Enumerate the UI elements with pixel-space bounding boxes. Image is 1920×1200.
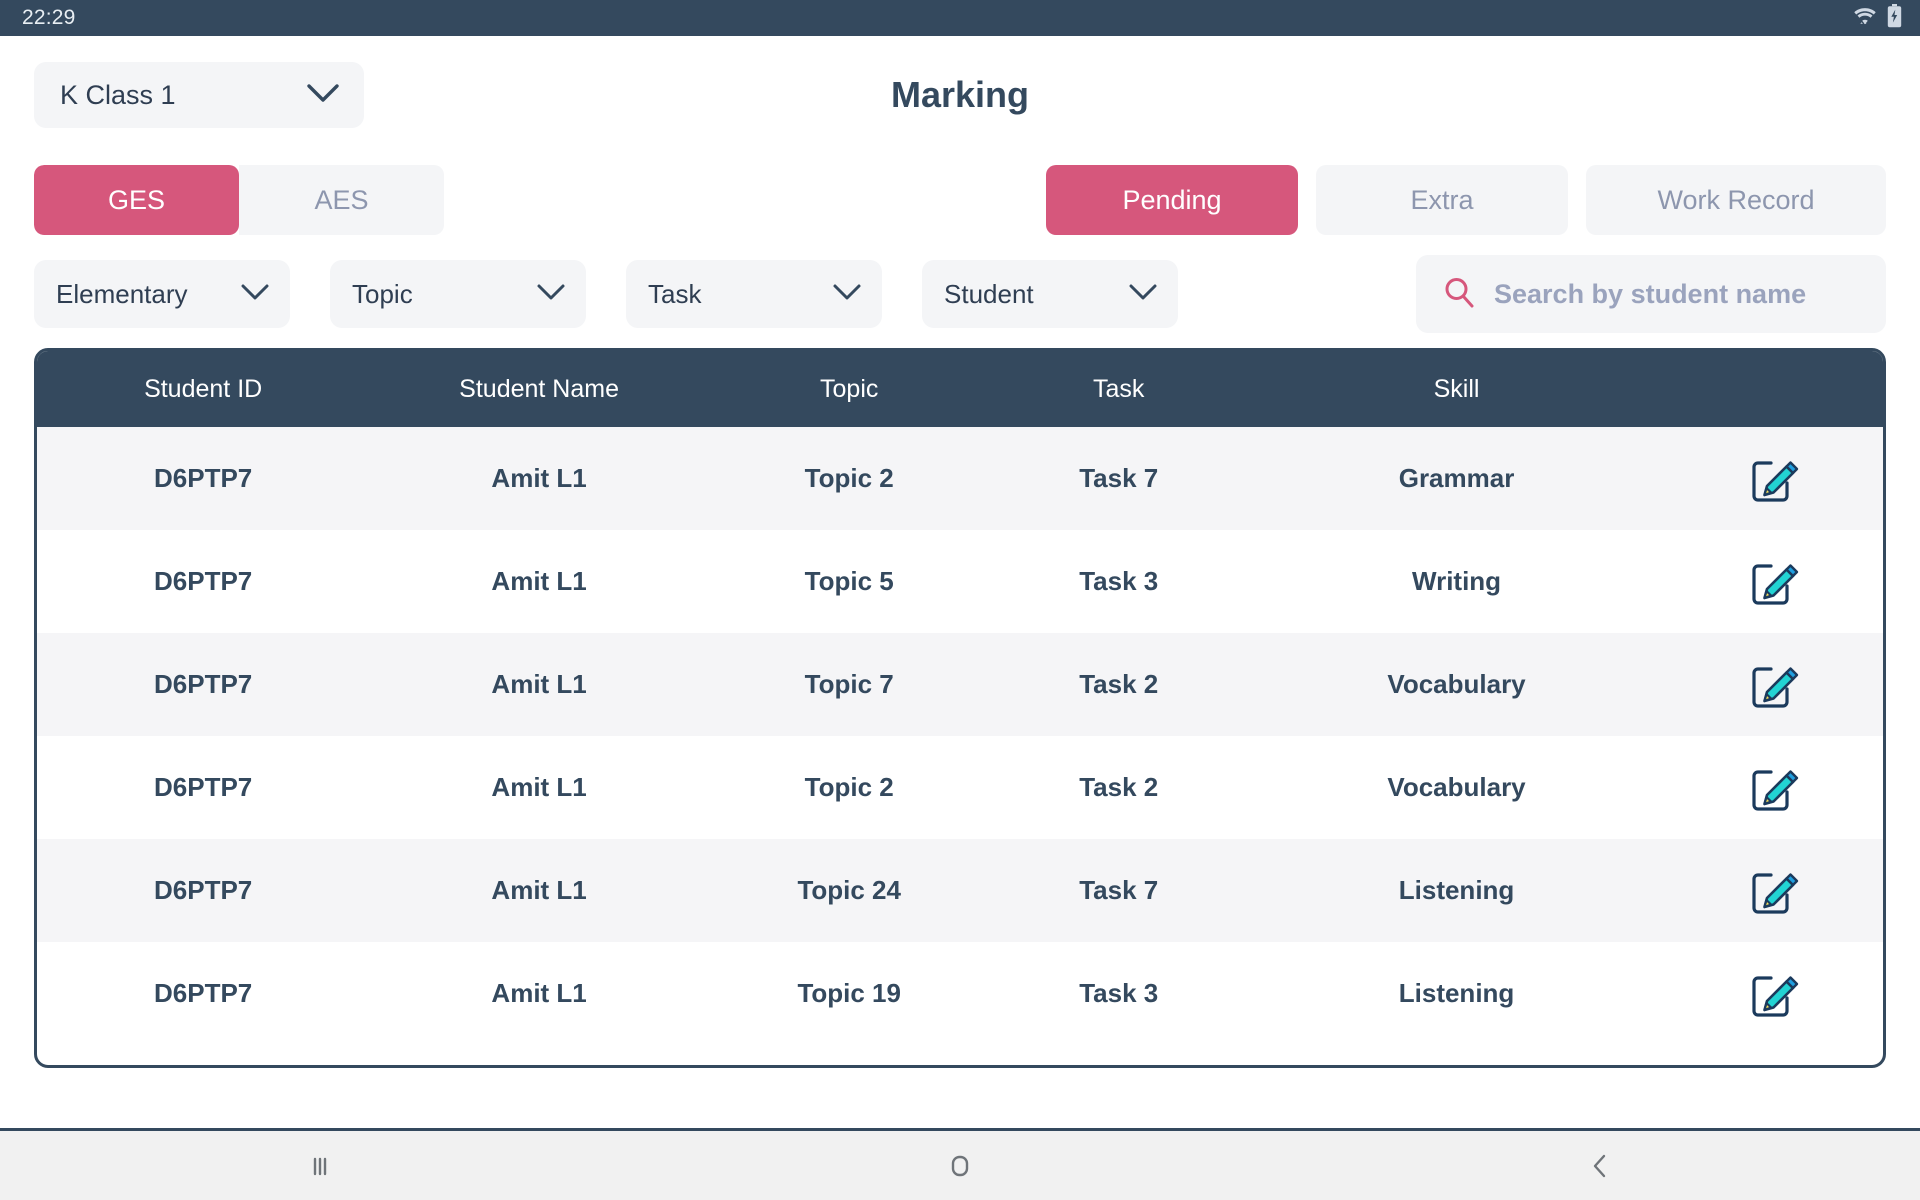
- filter-student-dropdown[interactable]: Student: [922, 260, 1178, 328]
- status-bar-icons: [1852, 3, 1902, 33]
- filter-level-dropdown[interactable]: Elementary: [34, 260, 290, 328]
- cell-student-id: D6PTP7: [154, 978, 253, 1008]
- exam-type-segmented-control: GES AES: [34, 165, 444, 235]
- android-navigation-bar: [0, 1128, 1920, 1200]
- cell-topic: Topic 2: [804, 772, 894, 802]
- status-tab-group: Pending Extra Work Record: [1046, 165, 1886, 235]
- cell-topic: Topic 2: [804, 463, 894, 493]
- class-selector-value: K Class 1: [60, 79, 176, 110]
- cell-task: Task 2: [1079, 669, 1159, 699]
- cell-skill: Listening: [1398, 978, 1515, 1008]
- class-selector-dropdown[interactable]: K Class 1: [34, 62, 364, 128]
- edit-pencil-icon[interactable]: [1665, 967, 1883, 1021]
- search-placeholder: Search by student name: [1494, 278, 1807, 309]
- cell-task: Task 7: [1079, 463, 1159, 493]
- column-header-skill: Skill: [1433, 374, 1480, 403]
- cell-task: Task 7: [1079, 875, 1159, 905]
- chevron-down-icon: [1128, 282, 1158, 307]
- cell-skill: Vocabulary: [1387, 669, 1526, 699]
- cell-skill: Vocabulary: [1387, 772, 1526, 802]
- segment-aes[interactable]: AES: [239, 165, 444, 235]
- table-body: D6PTP7 Amit L1 Topic 2 Task 7 Grammar D6PTP7…: [37, 427, 1883, 1045]
- cell-task: Task 3: [1079, 566, 1159, 596]
- filter-task-value: Task: [648, 278, 702, 309]
- edit-pencil-icon[interactable]: [1665, 658, 1883, 712]
- tabs-row: GES AES Pending Extra Work Record: [34, 154, 1886, 246]
- filters-row: Elementary Topic Task Student Search by …: [34, 246, 1886, 342]
- tab-extra[interactable]: Extra: [1316, 165, 1568, 235]
- cell-student-name: Amit L1: [491, 875, 587, 905]
- filter-student-value: Student: [944, 278, 1034, 309]
- status-bar-time: 22:29: [22, 6, 76, 29]
- edit-pencil-icon[interactable]: [1665, 761, 1883, 815]
- recents-icon[interactable]: [260, 1138, 380, 1194]
- filter-level-value: Elementary: [56, 278, 188, 309]
- filter-topic-dropdown[interactable]: Topic: [330, 260, 586, 328]
- chevron-down-icon: [306, 82, 340, 109]
- filter-topic-value: Topic: [352, 278, 413, 309]
- column-header-student-name: Student Name: [459, 374, 619, 403]
- filter-task-dropdown[interactable]: Task: [626, 260, 882, 328]
- column-header-student-id: Student ID: [144, 374, 263, 403]
- cell-student-id: D6PTP7: [154, 875, 253, 905]
- search-icon: [1442, 275, 1476, 314]
- cell-student-name: Amit L1: [491, 669, 587, 699]
- wifi-icon: [1852, 5, 1878, 32]
- cell-student-name: Amit L1: [491, 772, 587, 802]
- cell-student-id: D6PTP7: [154, 772, 253, 802]
- column-header-topic: Topic: [820, 374, 879, 403]
- tab-work-record[interactable]: Work Record: [1586, 165, 1886, 235]
- cell-student-id: D6PTP7: [154, 669, 253, 699]
- table-row[interactable]: D6PTP7 Amit L1 Topic 5 Task 3 Writing: [37, 530, 1883, 633]
- edit-pencil-icon[interactable]: [1665, 452, 1883, 506]
- table-header-row: Student ID Student Name Topic Task Skill: [37, 351, 1883, 427]
- app-content: K Class 1 Marking GES AES Pending Extra …: [0, 36, 1920, 1128]
- table-row[interactable]: D6PTP7 Amit L1 Topic 7 Task 2 Vocabulary: [37, 633, 1883, 736]
- cell-student-id: D6PTP7: [154, 463, 253, 493]
- cell-student-name: Amit L1: [491, 463, 587, 493]
- table-row[interactable]: D6PTP7 Amit L1 Topic 24 Task 7 Listening: [37, 839, 1883, 942]
- cell-topic: Topic 5: [804, 566, 894, 596]
- tab-pending[interactable]: Pending: [1046, 165, 1298, 235]
- edit-pencil-icon[interactable]: [1665, 555, 1883, 609]
- cell-task: Task 3: [1079, 978, 1159, 1008]
- table-row[interactable]: D6PTP7 Amit L1 Topic 2 Task 2 Vocabulary: [37, 736, 1883, 839]
- chevron-down-icon: [832, 282, 862, 307]
- segment-ges[interactable]: GES: [34, 165, 239, 235]
- cell-student-name: Amit L1: [491, 978, 587, 1008]
- cell-task: Task 2: [1079, 772, 1159, 802]
- column-header-task: Task: [1093, 374, 1145, 403]
- chevron-down-icon: [240, 282, 270, 307]
- cell-skill: Grammar: [1398, 463, 1515, 493]
- cell-topic: Topic 19: [797, 978, 901, 1008]
- edit-pencil-icon[interactable]: [1665, 864, 1883, 918]
- top-row: K Class 1 Marking: [34, 36, 1886, 154]
- cell-student-name: Amit L1: [491, 566, 587, 596]
- cell-topic: Topic 24: [797, 875, 901, 905]
- cell-topic: Topic 7: [804, 669, 894, 699]
- battery-charging-icon: [1887, 3, 1902, 33]
- marking-table: Student ID Student Name Topic Task Skill…: [34, 348, 1886, 1068]
- table-row[interactable]: D6PTP7 Amit L1 Topic 19 Task 3 Listening: [37, 942, 1883, 1045]
- home-icon[interactable]: [900, 1138, 1020, 1194]
- cell-student-id: D6PTP7: [154, 566, 253, 596]
- search-input[interactable]: Search by student name: [1416, 255, 1886, 333]
- table-row[interactable]: D6PTP7 Amit L1 Topic 2 Task 7 Grammar: [37, 427, 1883, 530]
- cell-skill: Listening: [1398, 875, 1515, 905]
- chevron-down-icon: [536, 282, 566, 307]
- back-icon[interactable]: [1540, 1138, 1660, 1194]
- cell-skill: Writing: [1412, 566, 1502, 596]
- status-bar: 22:29: [0, 0, 1920, 36]
